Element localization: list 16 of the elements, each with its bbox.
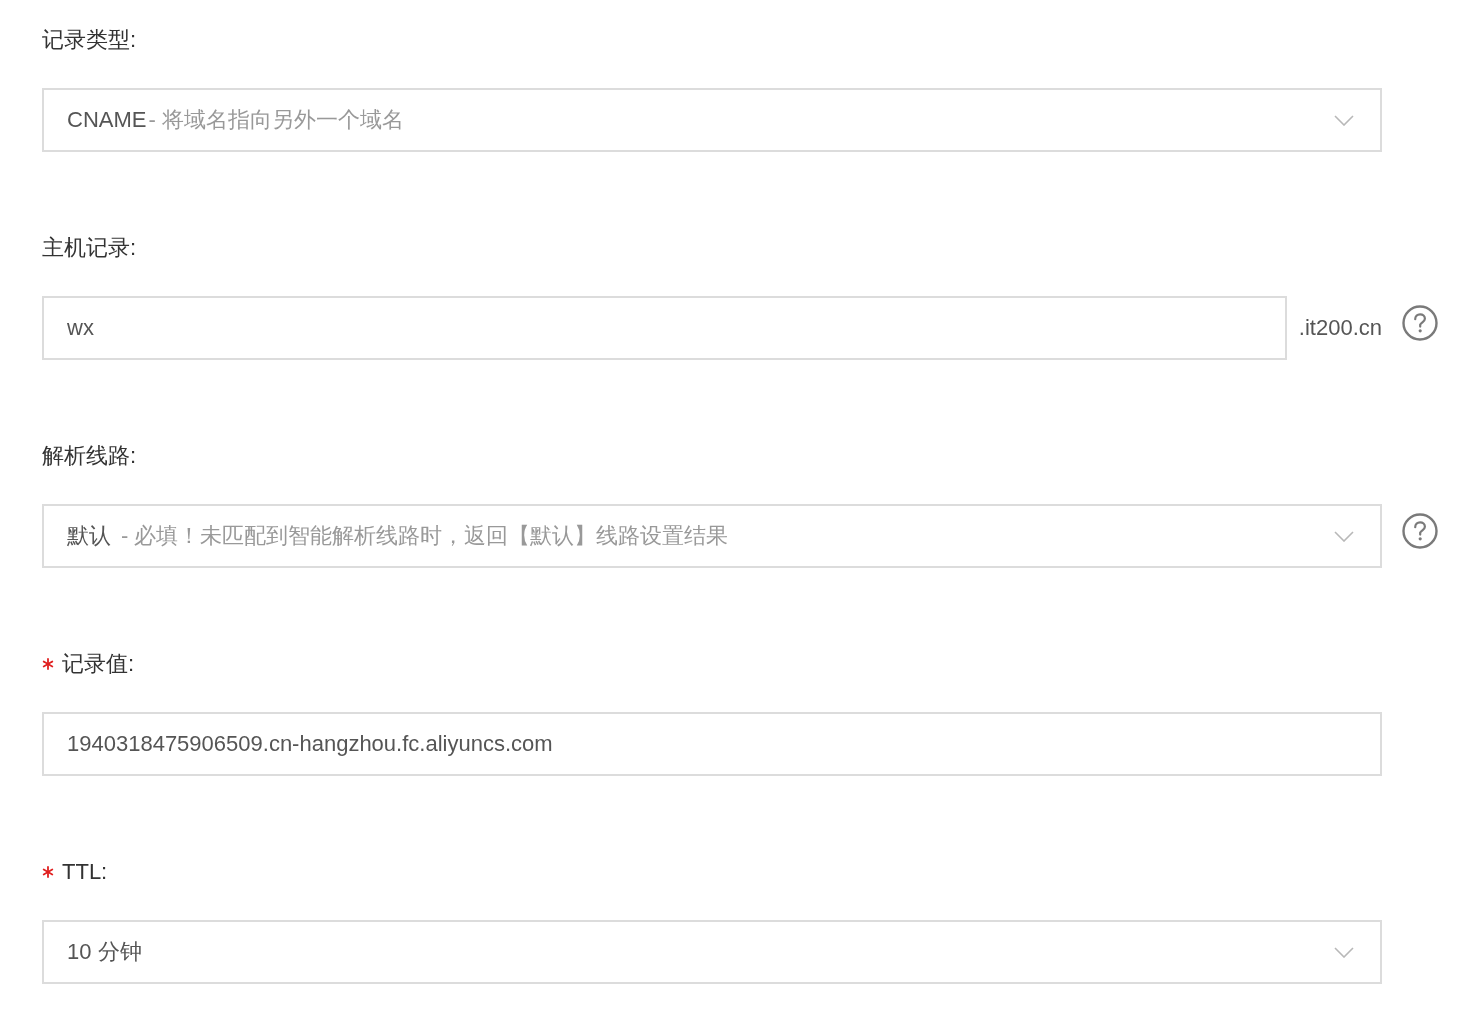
field-label: 解析线路: [42,442,137,470]
help-icon[interactable] [1402,305,1438,341]
chevron-down-icon [1334,530,1354,542]
chevron-down-icon [1334,946,1354,958]
domain-suffix: .it200.cn [1298,315,1382,341]
help-icon[interactable] [1402,513,1438,549]
field-label: 记录值: [62,650,135,678]
select-field[interactable]: 10 分钟 [42,920,1382,984]
select-field[interactable]: CNAME- 将域名指向另外一个域名 [42,88,1382,152]
field-label: 记录类型: [42,26,137,54]
chevron-down-icon [1334,114,1354,126]
text-input-field[interactable]: wx [42,296,1287,360]
text-input-field[interactable]: 1940318475906509.cn-hangzhou.fc.aliyuncs.com [42,712,1382,776]
field-label: TTL: [62,858,108,886]
select-field[interactable]: 默认 - 必填！未匹配到智能解析线路时，返回【默认】线路设置结果 [42,504,1382,568]
field-label: 主机记录: [42,234,137,262]
